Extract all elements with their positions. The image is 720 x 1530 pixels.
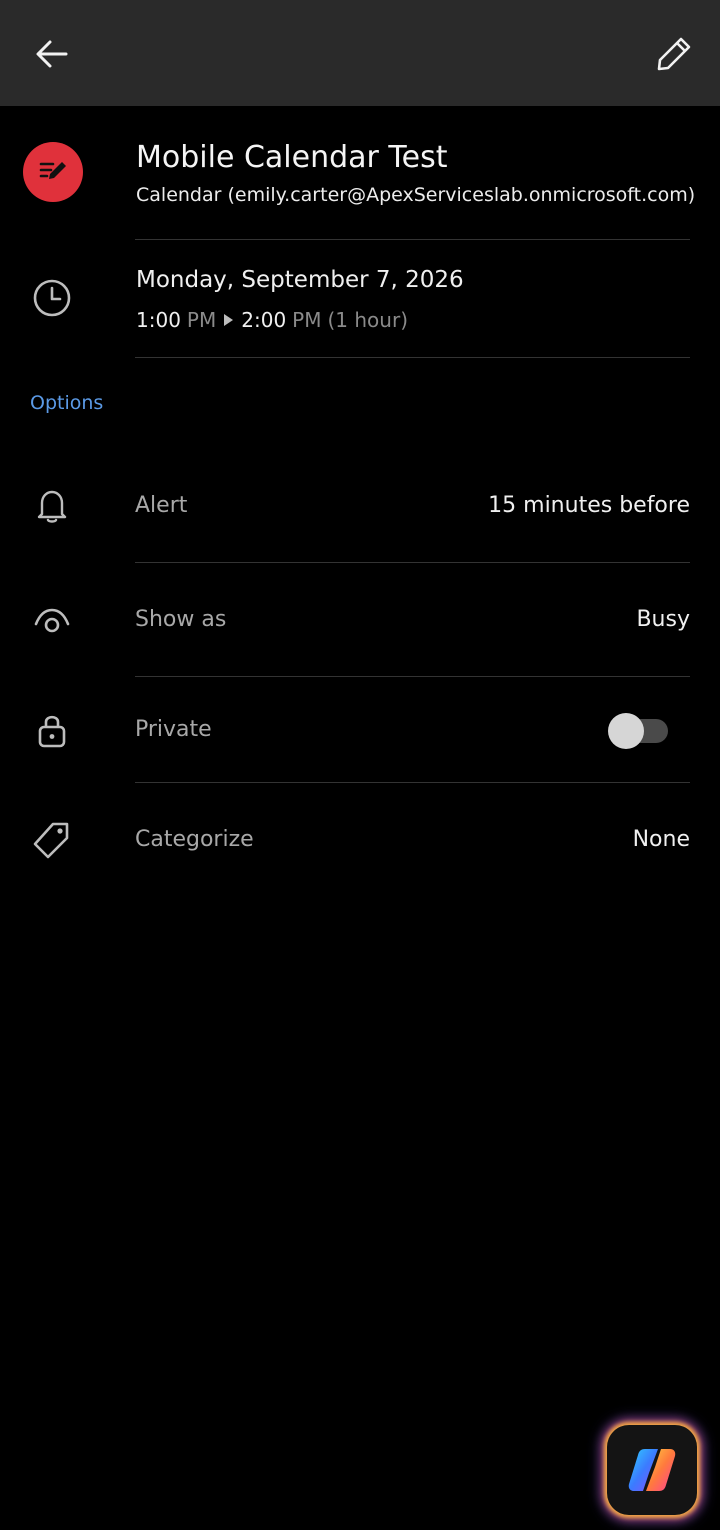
- alert-icon-wrap: [22, 475, 82, 535]
- edit-note-icon: [39, 162, 66, 179]
- bell-icon: [37, 490, 67, 523]
- end-period: PM: [292, 308, 322, 332]
- arrow-left-icon: [36, 40, 68, 68]
- show-as-value: Busy: [636, 607, 690, 632]
- divider: [135, 562, 690, 563]
- copilot-icon: [628, 1449, 676, 1491]
- alert-label: Alert: [135, 493, 188, 518]
- event-calendar: Calendar (emily.carter@ApexServiceslab.o…: [136, 184, 696, 206]
- options-header: Options: [30, 392, 104, 414]
- event-title: Mobile Calendar Test: [136, 140, 448, 175]
- copilot-button[interactable]: [607, 1425, 697, 1515]
- start-period: PM: [186, 308, 217, 332]
- show-as-icon-wrap: [22, 590, 82, 650]
- divider: [135, 782, 690, 783]
- toggle-thumb: [608, 713, 644, 749]
- categorize-label: Categorize: [135, 827, 254, 852]
- show-as-label: Show as: [135, 607, 227, 632]
- top-app-bar: [0, 0, 720, 106]
- event-date[interactable]: Monday, September 7, 2026: [136, 267, 464, 293]
- divider: [135, 357, 690, 358]
- event-time-range[interactable]: 1:00 PM 2:00 PM (1 hour): [136, 308, 408, 332]
- schedule-icon-wrap: [22, 268, 82, 328]
- divider: [135, 239, 690, 240]
- pencil-icon: [657, 37, 691, 71]
- tag-icon: [33, 822, 69, 859]
- duration: (1 hour): [327, 308, 409, 332]
- private-label: Private: [135, 717, 212, 742]
- back-button[interactable]: [22, 24, 82, 84]
- end-time: 2:00: [241, 308, 287, 332]
- lock-icon: [38, 715, 66, 748]
- categorize-value: None: [632, 827, 690, 852]
- clock-icon: [33, 279, 71, 317]
- event-category-badge: [23, 142, 83, 202]
- start-time: 1:00: [136, 308, 181, 332]
- edit-event-button[interactable]: [644, 24, 704, 84]
- private-toggle[interactable]: [608, 713, 668, 749]
- eye-icon: [34, 608, 70, 633]
- alert-value: 15 minutes before: [488, 493, 690, 518]
- categorize-icon-wrap: [22, 810, 82, 870]
- arrow-right-icon: [224, 314, 234, 326]
- divider: [135, 676, 690, 677]
- private-icon-wrap: [22, 700, 82, 760]
